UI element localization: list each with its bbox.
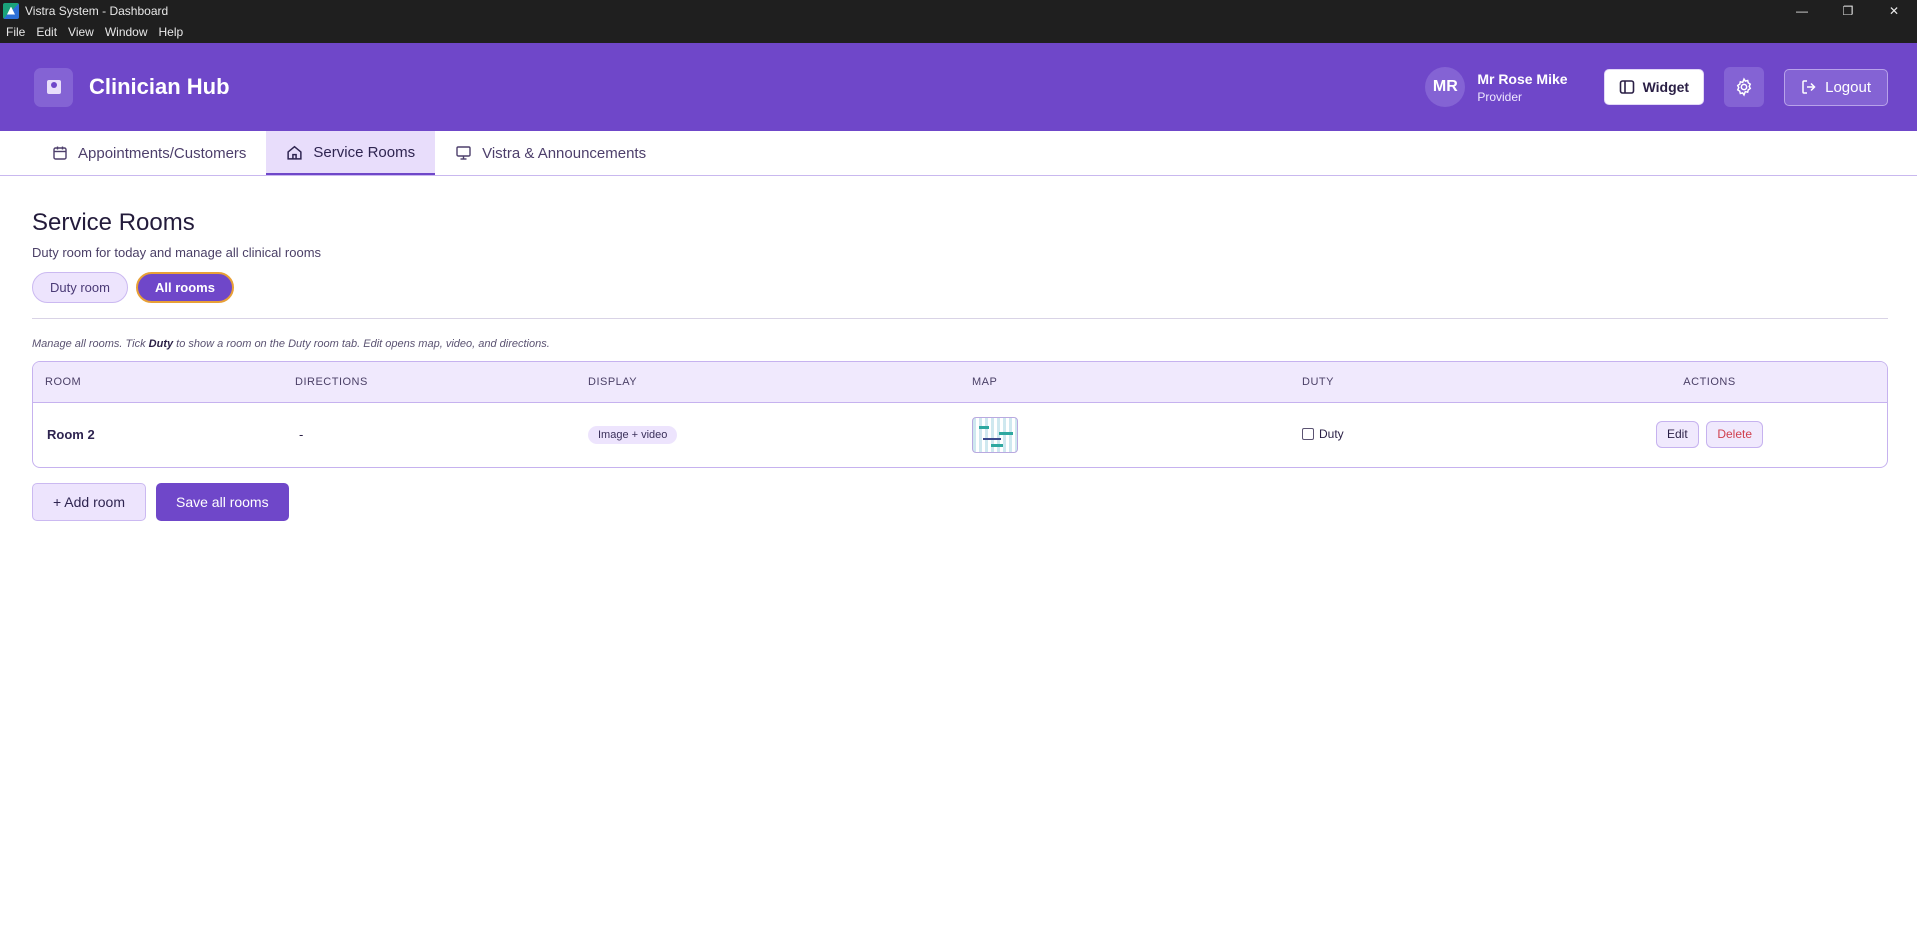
delete-button[interactable]: Delete: [1706, 421, 1763, 449]
duty-checkbox-label: Duty: [1319, 426, 1344, 441]
close-button[interactable]: ✕: [1871, 0, 1917, 21]
column-header-display: DISPLAY: [576, 362, 960, 403]
column-header-directions: DIRECTIONS: [283, 362, 576, 403]
logout-button-label: Logout: [1825, 78, 1871, 96]
minimize-button[interactable]: —: [1779, 0, 1825, 21]
help-text: Manage all rooms. Tick Duty to show a ro…: [32, 338, 550, 350]
duty-checkbox[interactable]: Duty: [1302, 427, 1344, 441]
user-info: Mr Rose Mike Provider: [1477, 71, 1567, 104]
sidebar-panel-icon: [1619, 80, 1634, 94]
logout-icon: [1802, 80, 1816, 94]
rooms-table: ROOM DIRECTIONS DISPLAY MAP DUTY ACTIONS…: [32, 361, 1888, 468]
main-tabs: Appointments/Customers Service Rooms Vis…: [0, 131, 1917, 176]
window-titlebar: Vistra System - Dashboard — ❐ ✕: [0, 0, 1917, 21]
maximize-button[interactable]: ❐: [1825, 0, 1871, 21]
save-all-rooms-button[interactable]: Save all rooms: [156, 483, 289, 521]
brand-title: Clinician Hub: [89, 74, 230, 99]
tab-label: Appointments/Customers: [78, 144, 247, 162]
logout-button[interactable]: Logout: [1784, 68, 1888, 106]
brand-logo-icon: [46, 80, 61, 94]
table-header-row: ROOM DIRECTIONS DISPLAY MAP DUTY ACTIONS: [33, 362, 1887, 403]
tab-label: Vistra & Announcements: [482, 144, 647, 162]
tab-appointments[interactable]: Appointments/Customers: [32, 131, 266, 175]
home-icon: [287, 145, 303, 160]
window-controls: — ❐ ✕: [1779, 0, 1917, 21]
divider: [32, 318, 1888, 319]
map-thumbnail[interactable]: [972, 416, 1018, 453]
monitor-icon: [456, 146, 471, 160]
room-name: Room 2: [47, 427, 95, 443]
add-room-button[interactable]: + Add room: [32, 483, 146, 521]
settings-button[interactable]: [1724, 67, 1765, 107]
widget-button[interactable]: Widget: [1603, 69, 1705, 105]
tab-announcements[interactable]: Vistra & Announcements: [435, 131, 666, 175]
menu-bar: File Edit View Window Help: [0, 21, 1917, 43]
menu-edit[interactable]: Edit: [36, 25, 57, 39]
table-row: Room 2 - Image + video Duty Edit Delete: [33, 402, 1887, 467]
view-toggle: Duty room All rooms: [32, 272, 1888, 303]
widget-button-label: Widget: [1642, 79, 1690, 95]
main-content: Service Rooms Duty room for today and ma…: [0, 209, 1917, 521]
column-header-duty: DUTY: [1290, 362, 1532, 403]
table-footer-actions: + Add room Save all rooms: [32, 483, 1888, 521]
column-header-actions: ACTIONS: [1532, 362, 1887, 403]
avatar: MR: [1425, 67, 1466, 107]
gear-icon: [1736, 77, 1752, 97]
duty-room-toggle[interactable]: Duty room: [32, 272, 128, 303]
edit-button[interactable]: Edit: [1656, 421, 1699, 449]
user-name: Mr Rose Mike: [1477, 70, 1568, 87]
menu-help[interactable]: Help: [159, 25, 184, 39]
all-rooms-toggle[interactable]: All rooms: [135, 272, 234, 303]
menu-view[interactable]: View: [68, 25, 94, 39]
page-title: Service Rooms: [32, 209, 195, 236]
page-subtitle: Duty room for today and manage all clini…: [32, 245, 322, 260]
app-header: Clinician Hub MR Mr Rose Mike Provider W…: [0, 43, 1917, 131]
column-header-map: MAP: [960, 362, 1290, 403]
column-header-room: ROOM: [33, 362, 283, 403]
tab-service-rooms[interactable]: Service Rooms: [266, 131, 436, 175]
checkbox-icon[interactable]: [1302, 427, 1314, 440]
brand-logo: [34, 67, 73, 107]
app-logo-icon: [3, 2, 19, 19]
user-role: Provider: [1477, 89, 1522, 104]
menu-window[interactable]: Window: [105, 25, 148, 39]
tab-label: Service Rooms: [313, 143, 416, 161]
room-directions: -: [299, 427, 304, 443]
calendar-icon: [53, 146, 67, 160]
menu-file[interactable]: File: [6, 25, 25, 39]
window-title: Vistra System - Dashboard: [25, 3, 169, 18]
display-badge: Image + video: [588, 425, 678, 444]
